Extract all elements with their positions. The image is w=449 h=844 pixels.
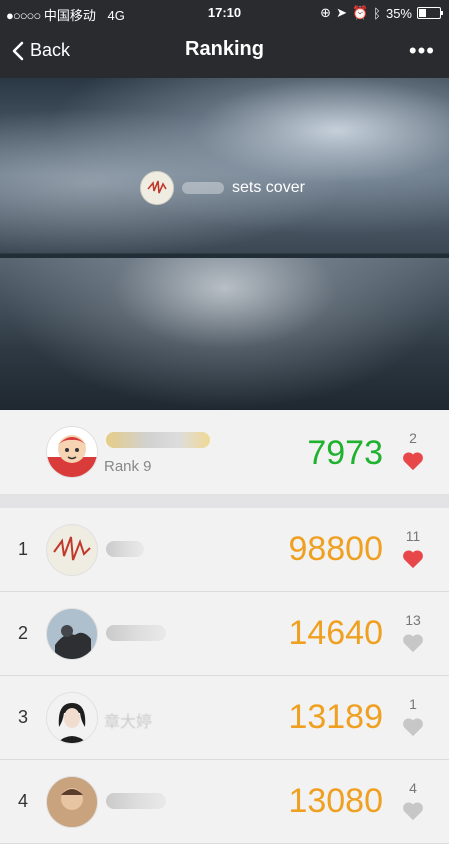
rank-number: 4 [17, 791, 28, 811]
user-score: 14640 [288, 614, 383, 652]
rotation-lock-icon: ⊕ [320, 5, 332, 20]
user-avatar [46, 608, 98, 660]
my-avatar [46, 426, 98, 478]
user-likes[interactable]: 11 [398, 528, 428, 570]
user-likes[interactable]: 13 [398, 612, 428, 654]
navigation-bar: Back Ranking ••• [0, 26, 449, 78]
ranking-cover-image[interactable]: sets cover [0, 78, 449, 410]
user-avatar [46, 692, 98, 744]
my-like-count: 2 [409, 430, 417, 446]
status-bar: ●○○○○ 中国移动 4G 17:10 ⊕ ➤ ⏰ ᛒ 35% [0, 0, 449, 26]
heart-icon[interactable] [402, 632, 424, 654]
battery-fill [419, 9, 426, 17]
portrait-avatar-icon [47, 693, 97, 743]
cover-sea [0, 258, 449, 410]
ranking-row[interactable]: 3 章大婷 13189 1 [0, 676, 449, 760]
heart-icon[interactable] [402, 800, 424, 822]
like-count: 1 [409, 696, 417, 712]
status-right: ⊕ ➤ ⏰ ᛒ 35% [320, 5, 443, 21]
more-options-button[interactable]: ••• [409, 38, 435, 64]
user-score: 13080 [288, 782, 383, 820]
back-label: Back [30, 40, 71, 60]
cover-sky [0, 78, 449, 253]
chevron-left-icon [12, 41, 24, 60]
heart-icon[interactable] [402, 450, 424, 472]
ranking-row[interactable]: 2 14640 13 [0, 592, 449, 676]
user-avatar [46, 776, 98, 828]
my-name-redacted [106, 432, 210, 448]
heart-icon[interactable] [402, 548, 424, 570]
cover-owner-avatar [140, 171, 174, 205]
alarm-icon: ⏰ [351, 5, 369, 20]
battery-percent: 35% [385, 5, 412, 21]
like-count: 11 [405, 528, 421, 544]
cover-owner-name-redacted [182, 182, 224, 194]
user-name-redacted [106, 625, 166, 641]
user-avatar [46, 524, 98, 576]
skrillex-logo-icon [53, 536, 91, 561]
like-count: 13 [405, 612, 421, 628]
user-score: 13189 [288, 698, 383, 736]
bluetooth-icon: ᛒ [373, 5, 381, 21]
user-name: 章大婷 [104, 714, 153, 731]
user-likes[interactable]: 1 [398, 696, 428, 738]
child-photo-avatar-icon [47, 777, 97, 827]
user-likes[interactable]: 4 [398, 780, 428, 822]
my-likes[interactable]: 2 [398, 430, 428, 472]
rank-number: 2 [17, 623, 28, 643]
ranking-row[interactable]: 1 98800 11 [0, 508, 449, 592]
location-icon: ➤ [336, 5, 347, 20]
rank-number: 3 [17, 707, 28, 727]
cover-caption: sets cover [232, 179, 305, 196]
my-score: 7973 [307, 434, 383, 472]
cover-owner: sets cover [140, 171, 305, 205]
like-count: 4 [409, 780, 417, 796]
battery-icon [417, 7, 443, 19]
ranking-row[interactable]: 4 13080 4 [0, 760, 449, 844]
heart-icon[interactable] [402, 716, 424, 738]
my-rank-label: Rank 9 [104, 458, 152, 475]
cartoon-avatar-icon [47, 435, 97, 477]
skrillex-logo-icon [147, 180, 167, 194]
rank-number: 1 [17, 539, 28, 559]
my-rank-row[interactable]: Rank 9 7973 2 [0, 410, 449, 495]
section-separator [0, 494, 449, 508]
user-name-redacted [106, 793, 166, 809]
user-name-redacted [106, 541, 144, 557]
photo-avatar-icon [47, 609, 97, 659]
back-button[interactable]: Back [12, 40, 70, 61]
user-score: 98800 [288, 530, 383, 568]
